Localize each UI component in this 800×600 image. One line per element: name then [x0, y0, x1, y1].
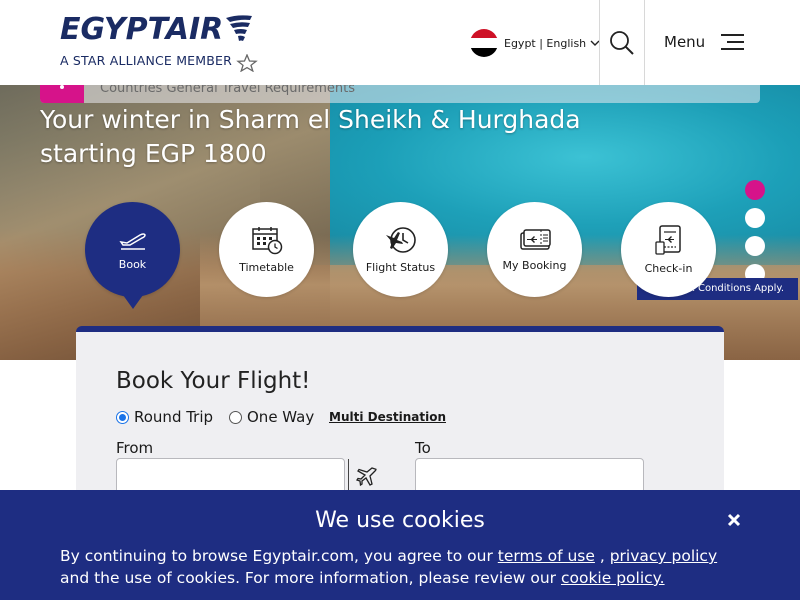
to-label: To: [415, 439, 431, 457]
ticket-icon: [519, 229, 551, 250]
nav-label: Check-in: [644, 262, 693, 275]
logo-tagline: A STAR ALLIANCE MEMBER: [60, 53, 233, 68]
one-way-radio[interactable]: [229, 410, 242, 424]
info-icon: [40, 85, 84, 103]
nav-check-in[interactable]: Check-in: [621, 202, 716, 297]
round-trip-label: Round Trip: [134, 408, 214, 426]
hero-title-line: starting EGP 1800: [40, 139, 267, 168]
terms-of-use-link[interactable]: terms of use: [498, 547, 595, 565]
language-label: Egypt | English: [504, 36, 587, 50]
cookie-text: ,: [594, 547, 610, 565]
one-way-label: One Way: [247, 408, 315, 426]
multi-destination-link[interactable]: Multi Destination: [329, 410, 446, 424]
hero-title: Your winter in Sharm el Sheikh & Hurghad…: [40, 103, 581, 171]
round-trip-option[interactable]: Round Trip: [116, 408, 213, 426]
egypt-flag-icon: [470, 29, 498, 57]
calendar-clock-icon: [251, 227, 282, 255]
from-label: From: [116, 439, 154, 457]
cookie-policy-link[interactable]: cookie policy.: [561, 569, 665, 587]
site-header: EGYPTAIR A STAR ALLIANCE MEMBER Egypt | …: [0, 0, 800, 85]
round-trip-radio[interactable]: [116, 410, 129, 424]
egyptair-logo[interactable]: EGYPTAIR A STAR ALLIANCE MEMBER: [60, 12, 260, 74]
plane-clock-icon: [385, 227, 416, 253]
menu-label: Menu: [664, 33, 706, 51]
cookie-text: and the use of cookies. For more informa…: [60, 569, 561, 587]
privacy-policy-link[interactable]: privacy policy: [610, 547, 717, 565]
cookie-message: By continuing to browse Egyptair.com, yo…: [60, 545, 750, 589]
language-selector[interactable]: Egypt | English: [470, 28, 600, 58]
slider-dots: [745, 180, 765, 292]
booking-title: Book Your Flight!: [116, 368, 311, 394]
horus-logo-icon: [226, 15, 252, 41]
nav-label: Timetable: [239, 261, 294, 274]
close-icon[interactable]: [724, 510, 744, 530]
star-alliance-icon: [236, 54, 258, 72]
cookie-text: By continuing to browse Egyptair.com, yo…: [60, 547, 498, 565]
search-button[interactable]: [600, 0, 644, 85]
hero-title-line: Your winter in Sharm el Sheikh & Hurghad…: [40, 105, 581, 134]
nav-label: My Booking: [502, 259, 567, 272]
cookie-title: We use cookies: [315, 508, 485, 533]
slider-dot-3[interactable]: [745, 236, 765, 256]
slider-dot-1[interactable]: [745, 180, 765, 200]
search-icon: [610, 30, 634, 55]
one-way-option[interactable]: One Way: [229, 408, 314, 426]
nav-label: Book: [118, 258, 147, 271]
plane-icon: [356, 466, 377, 486]
nav-book[interactable]: Book: [85, 202, 180, 309]
boarding-pass-icon: [654, 225, 681, 255]
travel-requirements-notice[interactable]: Countries General Travel Requirements: [40, 85, 760, 103]
header-divider: [644, 0, 645, 85]
page: EGYPTAIR A STAR ALLIANCE MEMBER Egypt | …: [0, 0, 800, 600]
nav-flight-status[interactable]: Flight Status: [353, 202, 448, 297]
notice-text: Countries General Travel Requirements: [100, 85, 355, 96]
cookie-banner: We use cookies By continuing to browse E…: [0, 490, 800, 600]
nav-timetable[interactable]: Timetable: [219, 202, 314, 297]
nav-my-booking[interactable]: My Booking: [487, 202, 582, 297]
slider-dot-2[interactable]: [745, 208, 765, 228]
nav-label: Flight Status: [365, 261, 436, 274]
plane-takeoff-icon: [118, 233, 146, 250]
hamburger-icon: [721, 34, 745, 50]
menu-button[interactable]: Menu: [664, 28, 745, 56]
logo-wordmark: EGYPTAIR: [60, 12, 224, 47]
from-airport-picker-button[interactable]: [348, 459, 385, 494]
